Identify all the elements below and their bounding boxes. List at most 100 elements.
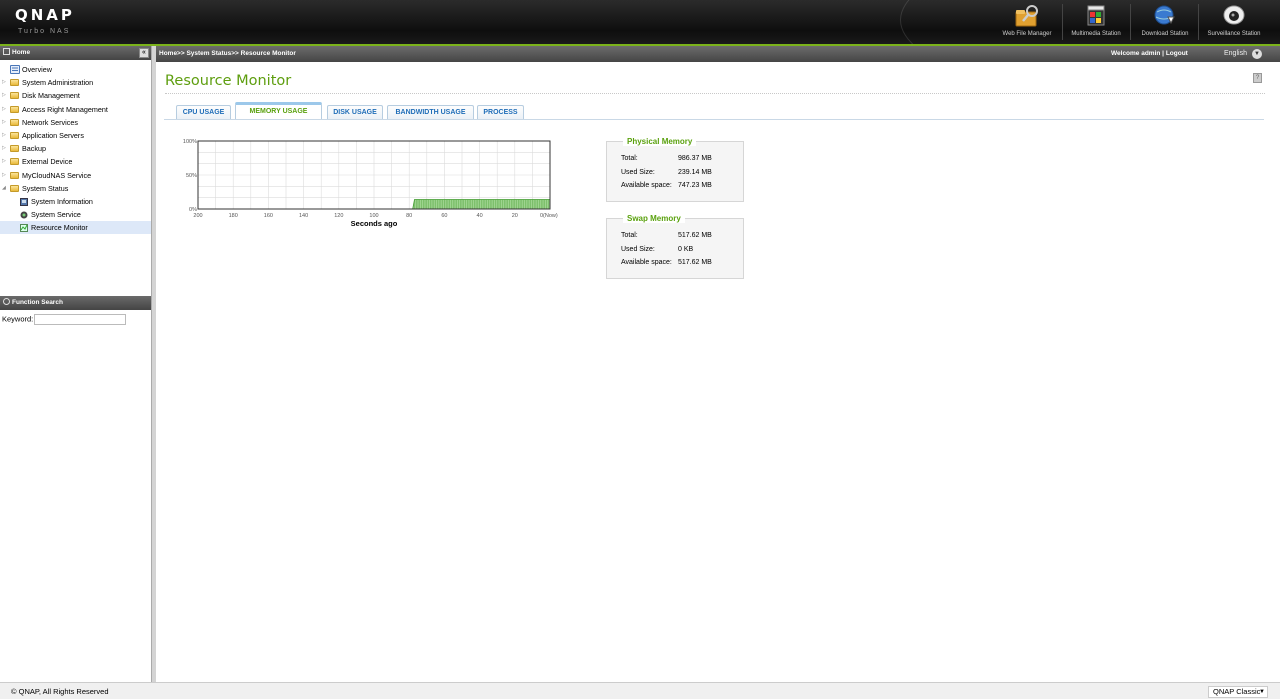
logout-link[interactable]: Logout (1166, 50, 1188, 57)
multimedia-station-icon (1087, 5, 1105, 26)
expand-arrow-icon[interactable]: ▷ (2, 155, 6, 168)
turbo-nas-label: Turbo NAS (18, 28, 71, 35)
navigation-tree: Overview ▷ System Administration ▷ Disk Ma… (0, 60, 151, 235)
folder-icon (10, 79, 19, 87)
tab-memory-usage[interactable]: MEMORY USAGE (235, 102, 322, 120)
top-header: QNAP Turbo NAS Web File Manager Multimed… (0, 0, 1280, 44)
help-icon[interactable]: ? (1253, 73, 1262, 83)
swap-memory-title: Swap Memory (623, 214, 685, 223)
tree-item-system-service[interactable]: System Service (0, 208, 151, 221)
surveillance-station-icon (1223, 5, 1245, 25)
x-tick-label: 180 (229, 213, 238, 219)
collapse-panel-button[interactable]: « (139, 48, 149, 58)
tree-item-mycloudnas-service[interactable]: ▷ MyCloudNAS Service (0, 169, 151, 182)
physical-available-row: Available space: 747.23 MB (621, 179, 712, 193)
system-information-icon (20, 197, 28, 206)
expand-arrow-icon[interactable]: ▷ (2, 116, 6, 129)
expand-arrow-icon[interactable]: ▷ (2, 169, 6, 182)
folder-icon (10, 105, 19, 113)
folder-icon (10, 158, 19, 166)
physical-available-value: 747.23 MB (678, 182, 712, 190)
language-dropdown-button[interactable]: ▼ (1252, 49, 1262, 59)
tree-item-access-right-management[interactable]: ▷ Access Right Management (0, 103, 151, 116)
folder-icon (10, 171, 19, 179)
copyright-text: © QNAP, All Rights Reserved (11, 687, 109, 696)
language-label: English (1224, 50, 1247, 57)
chevron-down-icon: ▼ (1259, 689, 1265, 695)
expand-arrow-icon[interactable]: ▷ (2, 129, 6, 142)
page-title: Resource Monitor (165, 73, 292, 89)
swap-available-row: Available space: 517.62 MB (621, 256, 712, 270)
swap-used-row: Used Size: 0 KB (621, 243, 712, 257)
surveillance-station-button[interactable]: Surveillance Station (1200, 3, 1268, 43)
tree-item-system-information[interactable]: System Information (0, 195, 151, 208)
expand-arrow-icon[interactable]: ▷ (2, 103, 6, 116)
swap-total-value: 517.62 MB (678, 232, 712, 240)
tree-header: Home « (0, 46, 151, 60)
tree-item-backup[interactable]: ▷ Backup (0, 142, 151, 155)
folder-icon (10, 131, 19, 139)
tree-item-disk-management[interactable]: ▷ Disk Management (0, 89, 151, 102)
tree-item-system-administration[interactable]: ▷ System Administration (0, 76, 151, 89)
web-file-manager-button[interactable]: Web File Manager (993, 3, 1061, 43)
x-tick-label: 40 (477, 213, 483, 219)
tree-item-resource-monitor[interactable]: Resource Monitor (0, 221, 151, 235)
swap-available-value: 517.62 MB (678, 259, 712, 267)
physical-memory-title: Physical Memory (623, 137, 697, 146)
x-tick-label: 160 (264, 213, 273, 219)
download-station-icon (1154, 5, 1175, 25)
breadcrumb-bar: Home>> System Status>> Resource Monitor … (156, 46, 1280, 62)
physical-total-row: Total: 986.37 MB (621, 152, 712, 166)
expand-arrow-icon[interactable]: ▷ (2, 142, 6, 155)
folder-icon (10, 92, 19, 100)
x-tick-label: 20 (512, 213, 518, 219)
physical-memory-box: Physical Memory Total: 986.37 MB Used Siz… (606, 137, 744, 202)
x-tick-label: 60 (441, 213, 447, 219)
system-service-icon (20, 211, 28, 219)
function-search-header: Function Search (0, 296, 151, 310)
x-tick-label: 200 (193, 213, 202, 219)
expand-arrow-icon[interactable]: ▷ (2, 76, 6, 89)
swap-used-value: 0 KB (678, 245, 694, 253)
tab-disk-usage[interactable]: DISK USAGE (327, 105, 383, 120)
x-tick-label: 120 (334, 213, 343, 219)
physical-total-value: 986.37 MB (678, 155, 712, 163)
overview-icon (10, 65, 20, 74)
collapse-arrow-icon[interactable]: ◢ (2, 182, 6, 195)
tree-item-overview[interactable]: Overview (0, 63, 151, 76)
keyword-input[interactable] (34, 314, 127, 325)
open-folder-icon (10, 184, 19, 192)
x-tick-label: 140 (299, 213, 308, 219)
search-icon (3, 298, 10, 305)
folder-icon (10, 145, 19, 153)
main-content: Resource Monitor ? CPU USAGE MEMORY USAG… (156, 62, 1280, 682)
swap-memory-box: Swap Memory Total: 517.62 MB Used Size: 0 … (606, 214, 744, 279)
memory-usage-chart: 100%50%0% 200 180 160 140 120 100 80 60 40 20 0(No… (183, 139, 558, 228)
physical-used-value: 239.14 MB (678, 168, 712, 176)
tab-bandwidth-usage[interactable]: BANDWIDTH USAGE (387, 105, 474, 120)
physical-used-row: Used Size: 239.14 MB (621, 166, 712, 180)
multimedia-station-button[interactable]: Multimedia Station (1062, 3, 1130, 43)
tree-item-external-device[interactable]: ▷ External Device (0, 155, 151, 168)
qnap-logo: QNAP (15, 6, 75, 24)
x-tick-label: 0(Now) (540, 213, 558, 219)
tree-item-network-services[interactable]: ▷ Network Services (0, 116, 151, 129)
tree-item-system-status[interactable]: ◢ System Status (0, 182, 151, 195)
resource-monitor-icon (20, 224, 28, 233)
function-search-panel: Function Search Keyword: (0, 296, 151, 329)
web-file-manager-icon (1015, 5, 1038, 27)
x-tick-label: 80 (406, 213, 412, 219)
home-icon (3, 48, 10, 55)
x-axis-label: Seconds ago (351, 219, 398, 228)
tab-cpu-usage[interactable]: CPU USAGE (176, 105, 231, 120)
keyword-label: Keyword: (2, 314, 34, 324)
theme-select[interactable]: QNAP Classic ▼ (1208, 686, 1268, 698)
expand-arrow-icon[interactable]: ▷ (2, 89, 6, 102)
left-panel: Home « Overview ▷ System Administration ▷… (0, 46, 152, 682)
tree-item-application-servers[interactable]: ▷ Application Servers (0, 129, 151, 142)
y-tick-label: 50% (186, 173, 197, 179)
breadcrumb: Home>> System Status>> Resource Monitor (159, 50, 296, 57)
tab-process[interactable]: PROCESS (477, 105, 524, 120)
download-station-button[interactable]: Download Station (1131, 3, 1199, 43)
welcome-text: Welcome admin (1111, 50, 1161, 57)
